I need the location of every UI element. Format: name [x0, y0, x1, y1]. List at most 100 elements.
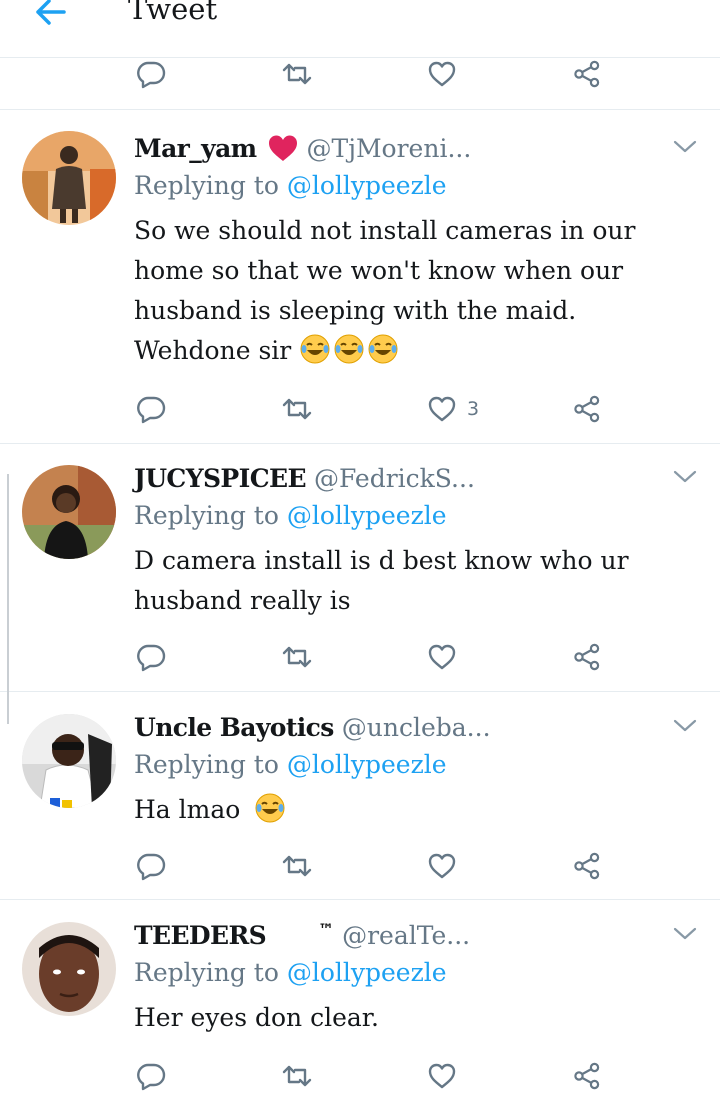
share-button[interactable] — [572, 389, 602, 429]
replying-to: Replying to @lollypeezle — [134, 750, 447, 779]
reply-icon — [137, 396, 166, 424]
emoji-group — [299, 333, 401, 365]
retweet-button[interactable] — [280, 389, 314, 429]
heart-icon — [428, 644, 456, 670]
retweet-icon — [282, 855, 312, 877]
heart-icon — [428, 61, 456, 87]
like-button[interactable] — [427, 846, 457, 886]
tweet-author: Mar_yam @TjMoreni... — [134, 131, 471, 165]
like-button[interactable] — [427, 1056, 457, 1096]
share-button[interactable] — [572, 1056, 602, 1096]
share-icon — [574, 395, 600, 423]
retweet-icon — [282, 398, 312, 420]
share-icon — [574, 1062, 600, 1090]
avatar[interactable] — [22, 922, 116, 1016]
tears-of-joy-emoji — [254, 792, 286, 824]
tweet-text: Her eyes don clear. — [134, 998, 674, 1038]
mention-link[interactable]: @lollypeezle — [287, 171, 447, 200]
display-name[interactable]: Mar_yam — [134, 134, 257, 163]
replying-to: Replying to @lollypeezle — [134, 501, 447, 530]
replying-to: Replying to @lollypeezle — [134, 958, 447, 987]
like-button[interactable]: 3 — [427, 389, 479, 429]
heart-icon — [428, 396, 456, 422]
user-handle[interactable]: @uncleba... — [342, 713, 491, 742]
replying-to-label: Replying to — [134, 171, 279, 200]
scrollbar[interactable] — [7, 474, 9, 724]
tears-of-joy-emoji — [299, 333, 331, 365]
arrow-left-icon — [36, 0, 66, 25]
share-button[interactable] — [572, 846, 602, 886]
user-handle[interactable]: @FedrickS... — [314, 464, 475, 493]
retweet-button[interactable] — [280, 846, 314, 886]
tweet-text: D camera install is d best know who ur h… — [134, 541, 674, 621]
tweet-body: Her eyes don clear. — [134, 1003, 379, 1032]
retweet-icon — [282, 1065, 312, 1087]
user-handle[interactable]: @TjMoreni... — [307, 134, 472, 163]
heart-icon — [428, 853, 456, 879]
tweet-actions — [0, 1056, 720, 1100]
retweet-button[interactable] — [280, 54, 314, 94]
replying-to-label: Replying to — [134, 750, 279, 779]
tears-of-joy-emoji — [333, 333, 365, 365]
trademark-symbol: ™ — [318, 919, 335, 939]
reply-button[interactable] — [136, 637, 166, 677]
chevron-down-icon — [673, 927, 697, 940]
tweet-author: JUCYSPICEE @FedrickS... — [134, 461, 475, 495]
divider — [0, 443, 720, 444]
chevron-down-icon — [673, 470, 697, 483]
tweet-body: D camera install is d best know who ur h… — [134, 546, 629, 615]
replying-to: Replying to @lollypeezle — [134, 171, 447, 200]
tweet-author: Uncle Bayotics @uncleba... — [134, 710, 491, 744]
tears-of-joy-emoji — [367, 333, 399, 365]
like-count: 3 — [467, 398, 480, 420]
tweet-text: So we should not install cameras in our … — [134, 211, 674, 371]
retweet-button[interactable] — [280, 1056, 314, 1096]
retweet-icon — [282, 63, 312, 85]
reply-icon — [137, 61, 166, 89]
divider — [0, 109, 720, 110]
share-button[interactable] — [572, 637, 602, 677]
retweet-icon — [282, 646, 312, 668]
reply-button[interactable] — [136, 1056, 166, 1096]
avatar[interactable] — [22, 131, 116, 225]
replying-to-label: Replying to — [134, 958, 279, 987]
avatar[interactable] — [22, 465, 116, 559]
reply-button[interactable] — [136, 389, 166, 429]
tweet-menu-button[interactable] — [672, 922, 698, 948]
tweet-actions — [0, 846, 720, 890]
mention-link[interactable]: @lollypeezle — [287, 501, 447, 530]
reply-icon — [137, 644, 166, 672]
mention-link[interactable]: @lollypeezle — [287, 750, 447, 779]
heart-icon — [428, 1063, 456, 1089]
main-tweet-actions — [0, 54, 720, 98]
user-handle[interactable]: @realTe... — [342, 921, 470, 950]
share-icon — [574, 60, 600, 88]
reply-icon — [137, 1063, 166, 1091]
reply-icon — [137, 853, 166, 881]
tweet-menu-button[interactable] — [672, 135, 698, 161]
tweet-text: Ha lmao — [134, 790, 674, 830]
mention-link[interactable]: @lollypeezle — [287, 958, 447, 987]
like-button[interactable] — [427, 54, 457, 94]
heart-icon — [267, 133, 299, 163]
retweet-button[interactable] — [280, 637, 314, 677]
top-bar: Tweet — [0, 0, 720, 58]
divider — [0, 899, 720, 900]
share-button[interactable] — [572, 54, 602, 94]
tweet-body: Ha lmao — [134, 795, 241, 824]
avatar[interactable] — [22, 714, 116, 808]
divider — [0, 691, 720, 692]
display-name[interactable]: JUCYSPICEE — [134, 464, 307, 493]
reply-button[interactable] — [136, 54, 166, 94]
like-button[interactable] — [427, 637, 457, 677]
display-name[interactable]: TEEDERS — [134, 921, 267, 950]
back-button[interactable] — [30, 0, 70, 30]
tweet-menu-button[interactable] — [672, 465, 698, 491]
reply-button[interactable] — [136, 846, 166, 886]
tweet-author: TEEDERS ™ @realTe... — [134, 918, 470, 952]
chevron-down-icon — [673, 140, 697, 153]
tweet-menu-button[interactable] — [672, 714, 698, 740]
page-title: Tweet — [128, 0, 218, 26]
replying-to-label: Replying to — [134, 501, 279, 530]
display-name[interactable]: Uncle Bayotics — [134, 713, 334, 742]
